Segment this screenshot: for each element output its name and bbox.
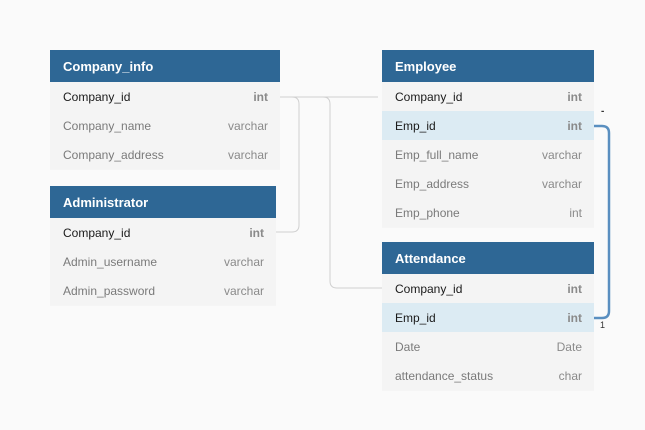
- table-row[interactable]: Company_id int: [382, 82, 594, 111]
- column-type: varchar: [223, 283, 264, 298]
- column-name: Company_id: [395, 281, 463, 296]
- table-row[interactable]: Emp_id int: [382, 111, 594, 140]
- table-row[interactable]: Emp_full_name varchar: [382, 140, 594, 169]
- table-title: Employee: [382, 50, 594, 82]
- column-type: int: [569, 205, 582, 220]
- column-type: int: [567, 118, 582, 133]
- column-name: Emp_id: [395, 118, 436, 133]
- column-name: Company_address: [63, 147, 164, 162]
- table-administrator[interactable]: Administrator Company_id int Admin_usern…: [50, 186, 276, 305]
- table-row[interactable]: Emp_phone int: [382, 198, 594, 227]
- column-name: Admin_username: [63, 254, 158, 269]
- table-row[interactable]: Emp_address varchar: [382, 169, 594, 198]
- column-name: Company_name: [63, 118, 152, 133]
- diagram-canvas: - 1 Company_info Company_id int Company_…: [0, 0, 645, 430]
- column-name: Emp_full_name: [395, 147, 479, 162]
- column-name: Company_id: [63, 225, 131, 240]
- table-row[interactable]: Company_id int: [382, 274, 594, 303]
- column-type: varchar: [223, 254, 264, 269]
- table-row[interactable]: Company_id int: [50, 82, 280, 111]
- column-type: Date: [556, 339, 582, 354]
- table-attendance[interactable]: Attendance Company_id int Emp_id int Dat…: [382, 242, 594, 390]
- table-row[interactable]: Company_id int: [50, 218, 276, 247]
- table-title: Administrator: [50, 186, 276, 218]
- column-type: int: [567, 89, 582, 104]
- table-title: Company_info: [50, 50, 280, 82]
- column-type: varchar: [541, 147, 582, 162]
- column-type: int: [249, 225, 264, 240]
- table-row[interactable]: Emp_id int: [382, 303, 594, 332]
- column-name: Company_id: [395, 89, 463, 104]
- column-name: Emp_id: [395, 310, 436, 325]
- column-type: varchar: [227, 147, 268, 162]
- column-name: Emp_address: [395, 176, 470, 191]
- table-row[interactable]: Company_address varchar: [50, 140, 280, 169]
- column-type: varchar: [541, 176, 582, 191]
- table-row[interactable]: attendance_status char: [382, 361, 594, 390]
- column-type: char: [558, 368, 582, 383]
- column-type: int: [253, 89, 268, 104]
- table-title: Attendance: [382, 242, 594, 274]
- table-company-info[interactable]: Company_info Company_id int Company_name…: [50, 50, 280, 169]
- table-row[interactable]: Company_name varchar: [50, 111, 280, 140]
- connector-company-attendance: [299, 96, 382, 289]
- table-row[interactable]: Date Date: [382, 332, 594, 361]
- table-employee[interactable]: Employee Company_id int Emp_id int Emp_f…: [382, 50, 594, 227]
- column-type: int: [567, 310, 582, 325]
- column-type: int: [567, 281, 582, 296]
- connector-employee-attendance: [594, 124, 611, 320]
- column-name: Emp_phone: [395, 205, 460, 220]
- column-name: Admin_password: [63, 283, 156, 298]
- table-row[interactable]: Admin_password varchar: [50, 276, 276, 305]
- column-name: Company_id: [63, 89, 131, 104]
- column-name: attendance_status: [395, 368, 494, 383]
- table-row[interactable]: Admin_username varchar: [50, 247, 276, 276]
- column-type: varchar: [227, 118, 268, 133]
- cardinality-one-label: 1: [600, 320, 606, 330]
- column-name: Date: [395, 339, 421, 354]
- cardinality-many-label: -: [601, 106, 605, 117]
